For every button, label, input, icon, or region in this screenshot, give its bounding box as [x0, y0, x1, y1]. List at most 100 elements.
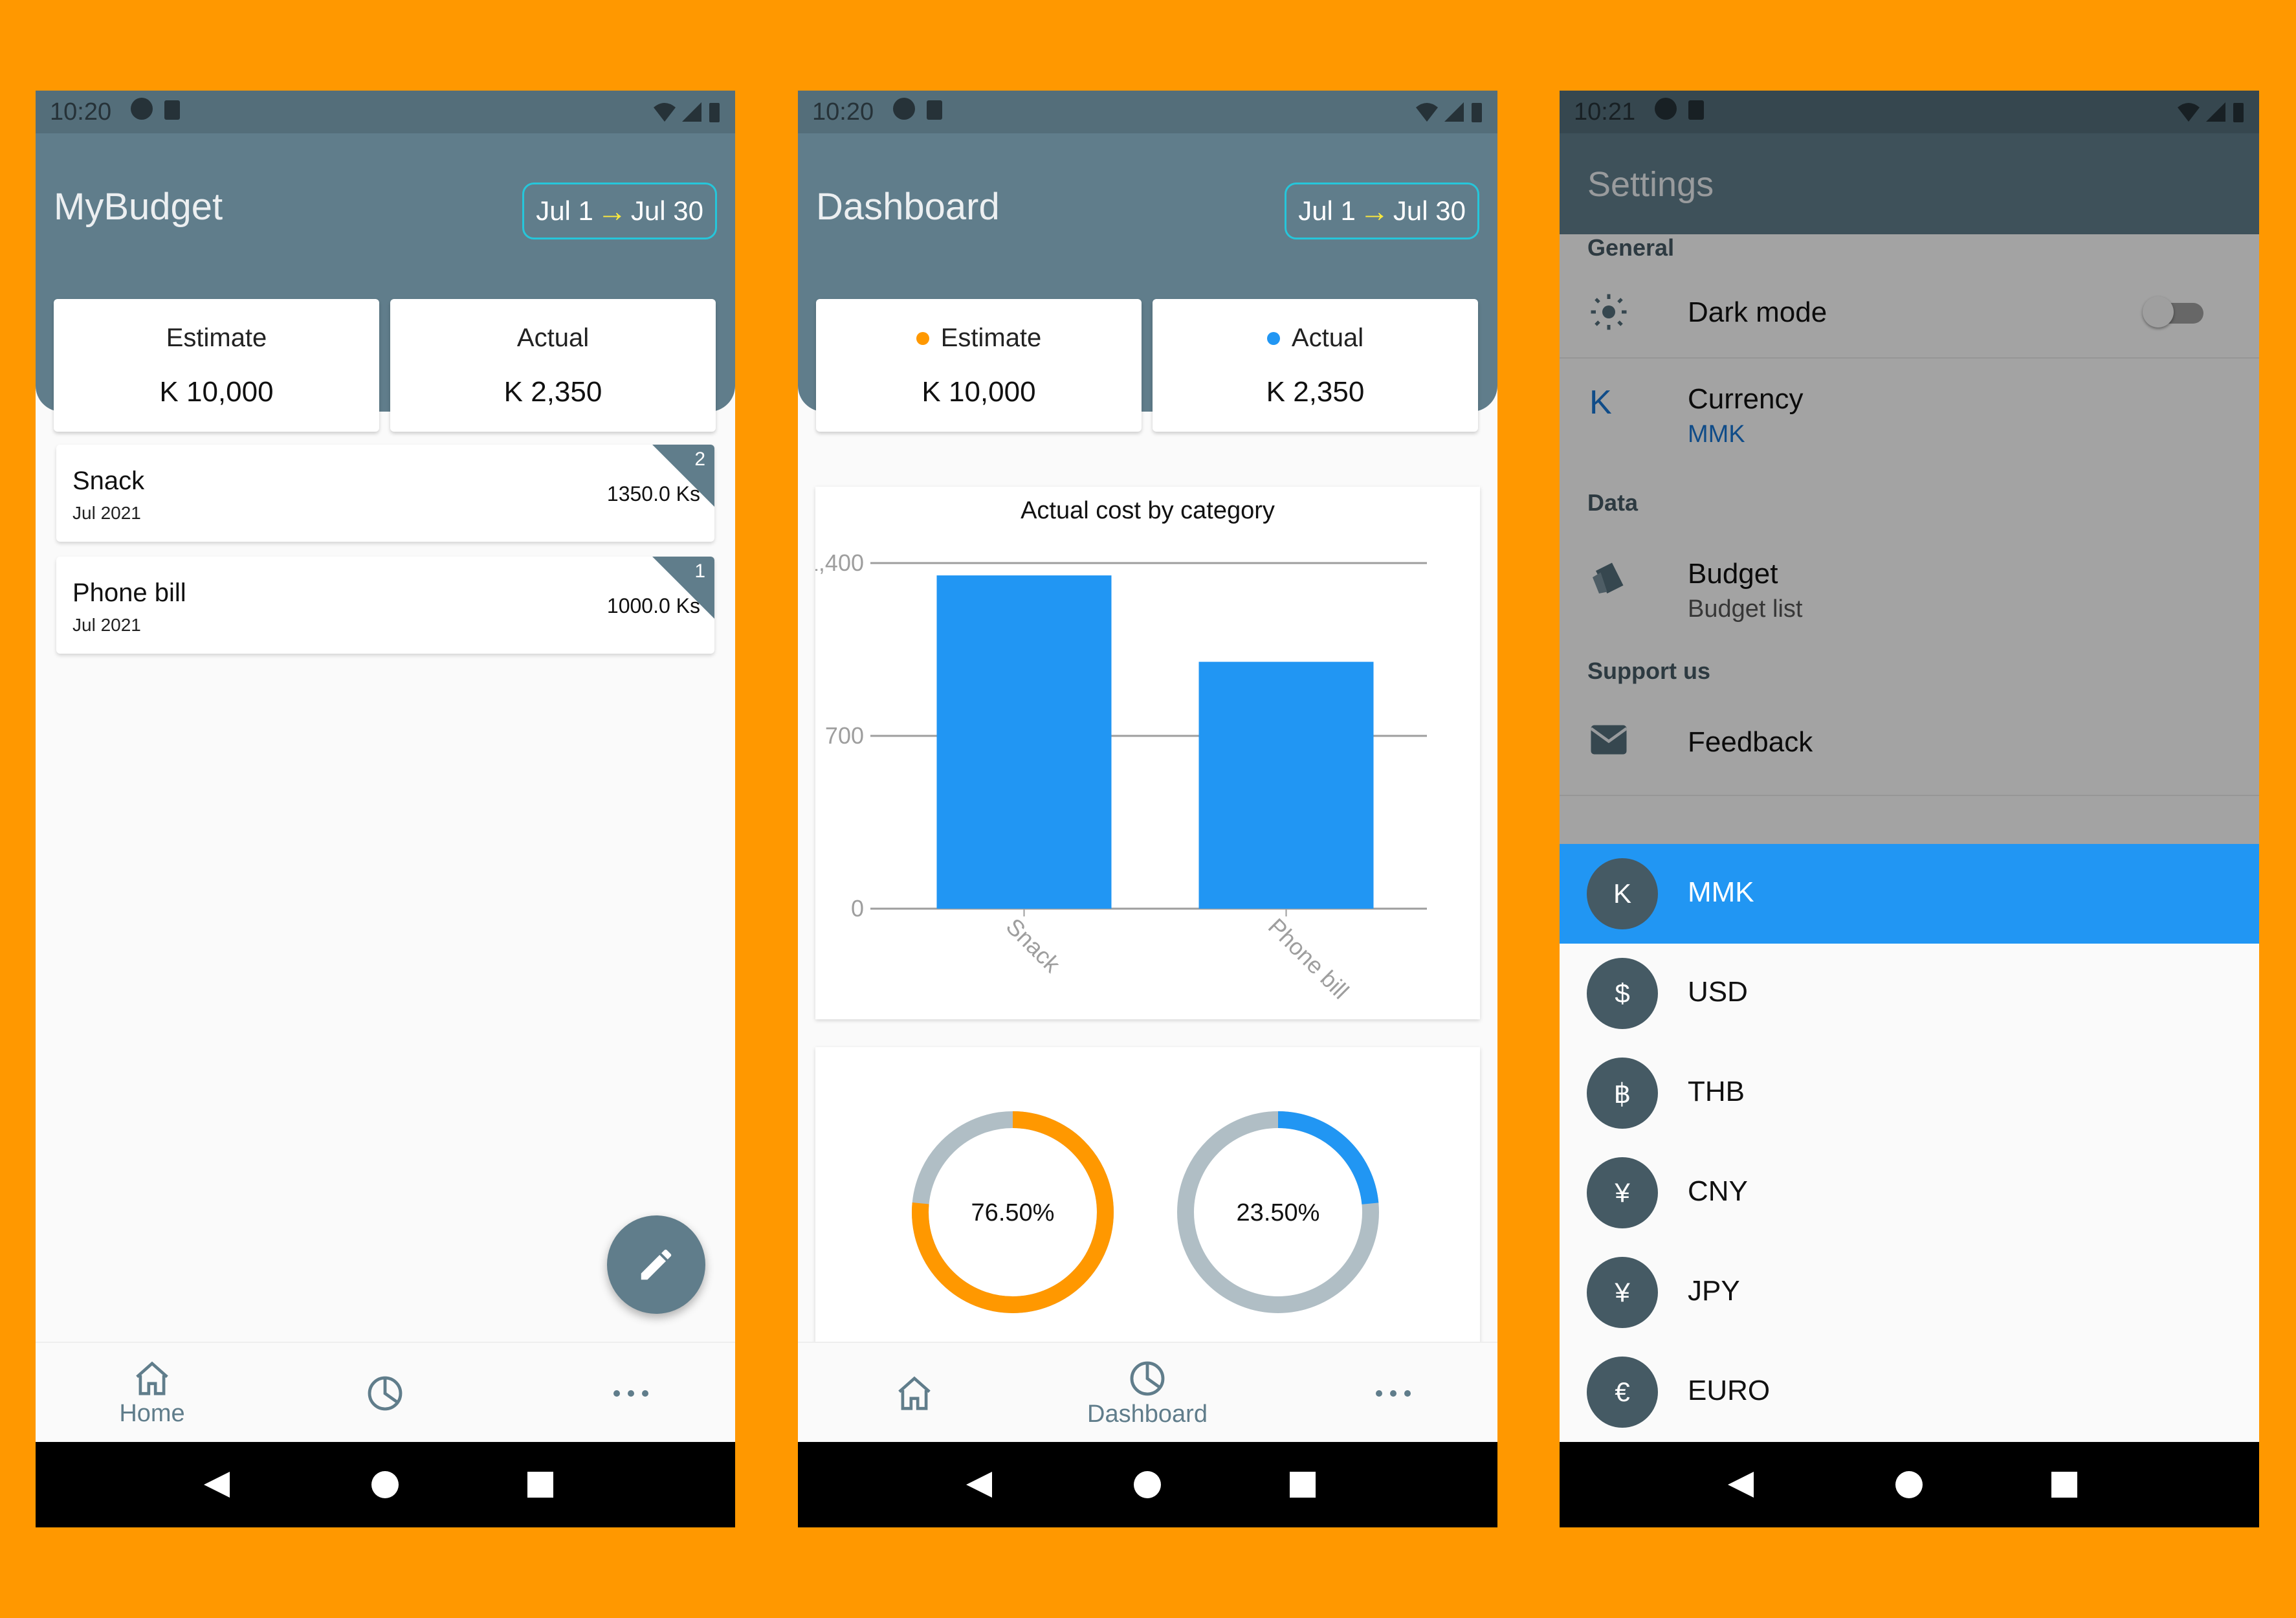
- currency-code: CNY: [1688, 1175, 1748, 1207]
- system-nav-bar: [798, 1442, 1497, 1527]
- bar[interactable]: [1198, 661, 1374, 909]
- date-range-button[interactable]: Jul 1 → Jul 30: [1285, 183, 1479, 239]
- estimate-card[interactable]: Estimate K 10,000: [816, 299, 1142, 432]
- wifi-icon: [654, 103, 676, 122]
- bottom-nav: Dashboard: [798, 1342, 1497, 1442]
- item-amount: 1000.0 Ks: [606, 594, 700, 617]
- estimate-value: K 10,000: [159, 376, 274, 408]
- nav-home[interactable]: [876, 1343, 953, 1443]
- battery-icon: [1472, 103, 1482, 122]
- settings-screen: 10:21 Settings General Dark mode K Curre…: [1560, 91, 2259, 1527]
- system-nav-bar: [36, 1442, 735, 1527]
- currency-symbol: ¥: [1587, 1257, 1658, 1328]
- pie-chart-icon: [1130, 1361, 1165, 1396]
- currency-option-mmk[interactable]: K MMK: [1560, 844, 2259, 944]
- status-time: 10:20: [812, 98, 874, 126]
- recents-icon[interactable]: [527, 1472, 553, 1498]
- dashboard-screen: 10:20 Dashboard Jul 1 → Jul 30 Estimate …: [798, 91, 1497, 1527]
- item-count: 2: [694, 449, 705, 470]
- back-icon[interactable]: [204, 1472, 230, 1498]
- range-start: Jul 1: [536, 195, 593, 226]
- currency-option-cny[interactable]: ¥ CNY: [1560, 1143, 2259, 1243]
- actual-value: K 2,350: [503, 376, 602, 408]
- home-button-icon[interactable]: [1134, 1471, 1161, 1498]
- currency-code: THB: [1688, 1076, 1745, 1107]
- actual-card[interactable]: Actual K 2,350: [390, 299, 716, 432]
- item-name: Phone bill: [72, 579, 186, 607]
- x-tick-label: Phone bill: [1263, 913, 1354, 1004]
- home-icon: [898, 1376, 931, 1410]
- actual-label: Actual: [516, 324, 590, 352]
- nav-more[interactable]: [592, 1343, 670, 1443]
- home-button-icon[interactable]: [371, 1471, 399, 1498]
- pie-chart-icon: [368, 1376, 403, 1410]
- notification-icon: [131, 98, 153, 126]
- nav-home-label: Home: [119, 1400, 185, 1427]
- nav-dashboard-label: Dashboard: [1087, 1401, 1208, 1428]
- y-tick-label: 700: [825, 722, 864, 749]
- list-item[interactable]: Snack Jul 2021 1350.0 Ks 2: [56, 445, 714, 542]
- item-date: Jul 2021: [72, 503, 141, 523]
- currency-code: MMK: [1688, 876, 1754, 908]
- status-bar: 10:20: [798, 91, 1497, 133]
- currency-option-thb[interactable]: ฿ THB: [1560, 1043, 2259, 1143]
- system-nav-bar: [1560, 1442, 2259, 1527]
- status-time: 10:20: [50, 98, 112, 126]
- back-icon[interactable]: [1728, 1472, 1754, 1498]
- item-date: Jul 2021: [72, 615, 141, 635]
- currency-option-jpy[interactable]: ¥ JPY: [1560, 1243, 2259, 1342]
- actual-value: K 2,350: [1266, 376, 1365, 408]
- page-title: Dashboard: [816, 186, 1000, 228]
- bar-chart-panel: Actual cost by category 0 700 1,400 Snack Ph…: [806, 487, 1480, 1019]
- page-title: MyBudget: [54, 186, 223, 228]
- currency-code: USD: [1688, 976, 1748, 1008]
- arrow-right-icon: →: [1359, 194, 1389, 228]
- y-tick-label: 0: [851, 895, 864, 922]
- currency-picker-sheet: K MMK $ USD ฿ THB ¥ CNY ¥ JPY € EURO: [1560, 844, 2259, 1442]
- actual-legend-dot: [1266, 331, 1280, 345]
- estimate-card[interactable]: Estimate K 10,000: [54, 299, 379, 432]
- arrow-right-icon: →: [597, 194, 627, 228]
- recents-icon[interactable]: [1290, 1472, 1316, 1498]
- x-tick-label: Snack: [1001, 913, 1066, 978]
- currency-symbol: $: [1587, 958, 1658, 1029]
- nav-dashboard[interactable]: Dashboard: [1073, 1343, 1222, 1443]
- notification-icon: [893, 98, 916, 126]
- chart-title: Actual cost by category: [1021, 497, 1275, 524]
- signal-icon: [682, 102, 701, 122]
- actual-label: Actual: [1291, 324, 1364, 352]
- home-icon: [136, 1361, 168, 1395]
- nav-home[interactable]: Home: [104, 1343, 201, 1443]
- currency-code: EURO: [1688, 1375, 1771, 1406]
- back-icon[interactable]: [966, 1472, 992, 1498]
- date-range-button[interactable]: Jul 1 → Jul 30: [522, 183, 717, 239]
- nav-more[interactable]: [1354, 1343, 1432, 1443]
- nav-dashboard[interactable]: [346, 1343, 424, 1443]
- bar[interactable]: [936, 575, 1112, 909]
- wifi-icon: [1416, 103, 1438, 122]
- item-name: Snack: [72, 467, 145, 495]
- range-start: Jul 1: [1298, 195, 1356, 226]
- donut-percent-label: 76.50%: [971, 1199, 1055, 1226]
- range-end: Jul 30: [630, 195, 703, 226]
- sd-card-icon: [927, 98, 943, 126]
- currency-option-usd[interactable]: $ USD: [1560, 944, 2259, 1043]
- item-amount: 1350.0 Ks: [606, 482, 700, 505]
- edit-fab-button[interactable]: [607, 1215, 705, 1314]
- currency-symbol: ฿: [1587, 1058, 1658, 1129]
- actual-card[interactable]: Actual K 2,350: [1153, 299, 1478, 432]
- estimate-legend-dot: [916, 331, 929, 345]
- dim-overlay[interactable]: [1560, 91, 2259, 845]
- recents-icon[interactable]: [2051, 1472, 2077, 1498]
- list-item[interactable]: Phone bill Jul 2021 1000.0 Ks 1: [56, 557, 714, 654]
- currency-symbol: K: [1587, 858, 1658, 929]
- home-button-icon[interactable]: [1895, 1471, 1923, 1498]
- item-count: 1: [694, 560, 705, 582]
- donut-charts: 76.50% 23.50%: [912, 1111, 1379, 1313]
- currency-option-euro[interactable]: € EURO: [1560, 1342, 2259, 1442]
- estimate-label: Estimate: [940, 324, 1042, 352]
- donut-percent-label: 23.50%: [1237, 1199, 1320, 1226]
- battery-icon: [709, 103, 720, 122]
- currency-symbol: €: [1587, 1357, 1658, 1428]
- estimate-label: Estimate: [166, 324, 267, 352]
